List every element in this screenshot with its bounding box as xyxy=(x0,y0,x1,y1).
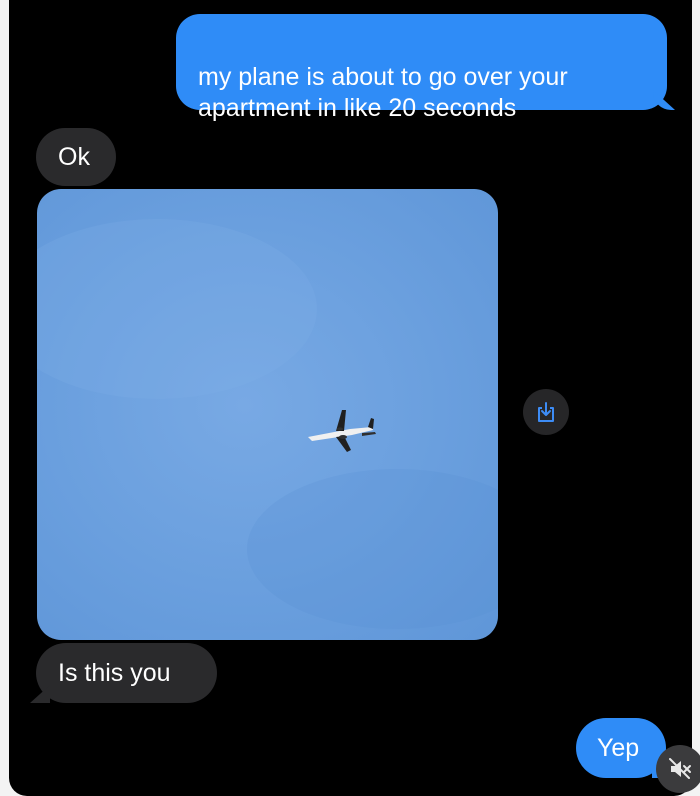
save-to-device-icon xyxy=(538,402,554,422)
message-text: Yep xyxy=(597,734,640,762)
message-outgoing-plane[interactable]: my plane is about to go over your apartm… xyxy=(176,14,675,122)
message-outgoing-yep[interactable]: Yep xyxy=(576,718,672,778)
bubble-tail xyxy=(30,685,50,703)
message-text: Is this you xyxy=(58,659,171,687)
bubble-tail xyxy=(653,90,675,110)
chat-screen: my plane is about to go over your apartm… xyxy=(9,0,692,796)
message-text: my plane is about to go over your apartm… xyxy=(198,63,568,122)
airplane-icon xyxy=(308,410,376,452)
save-photo-button[interactable] xyxy=(523,389,569,435)
speaker-muted-icon xyxy=(669,758,691,779)
message-text: Ok xyxy=(58,143,90,171)
airplane-photo xyxy=(37,219,498,629)
mute-button[interactable] xyxy=(656,745,700,793)
message-incoming-is-this-you[interactable]: Is this you xyxy=(30,643,217,703)
photo-message-airplane[interactable] xyxy=(37,189,498,640)
message-incoming-ok[interactable]: Ok xyxy=(36,128,116,186)
